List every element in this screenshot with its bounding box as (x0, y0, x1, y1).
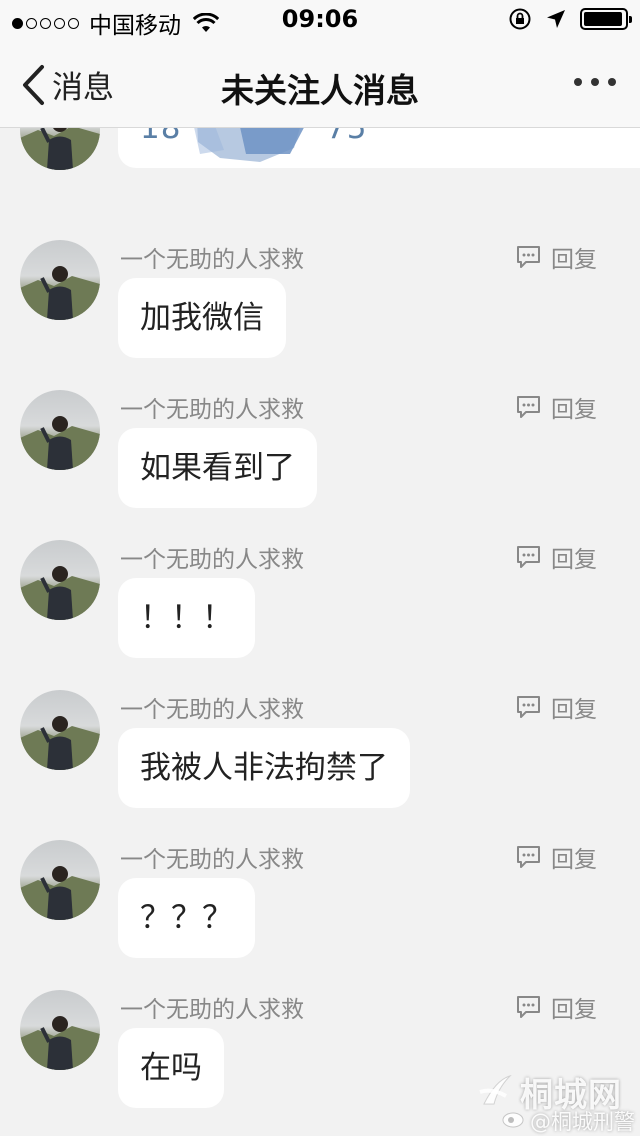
nav-bar: 消息 未关注人消息 (0, 40, 640, 128)
reply-icon (517, 546, 540, 568)
message-bubble: ？？？ (118, 878, 255, 958)
reply-icon (517, 396, 540, 418)
sender-name[interactable]: 一个无助的人求救 (120, 690, 304, 724)
watermark-logo-icon (479, 1074, 512, 1105)
reply-label: 回复 (551, 547, 597, 573)
reply-button[interactable]: 回复 (516, 690, 597, 724)
message-bubble: ！！！ (118, 578, 255, 658)
avatar[interactable] (20, 840, 100, 920)
message-item: 一个无助的人求救 回复加我微信 (0, 238, 640, 388)
reply-icon (517, 846, 540, 868)
avatar[interactable] (20, 240, 100, 320)
sender-name[interactable]: 一个无助的人求救 (120, 390, 304, 424)
reply-button[interactable]: 回复 (516, 240, 597, 274)
message-item: 一个无助的人求救 回复 ！！！ (0, 538, 640, 688)
reply-label: 回复 (551, 997, 597, 1023)
status-bar: 中国移动 09:06 (0, 0, 640, 40)
sender-name[interactable]: 一个无助的人求救 (120, 240, 304, 274)
sender-name[interactable]: 一个无助的人求救 (120, 840, 304, 874)
reply-icon (517, 996, 540, 1018)
more-icon[interactable] (574, 78, 616, 86)
reply-button[interactable]: 回复 (516, 540, 597, 574)
reply-button[interactable]: 回复 (516, 990, 597, 1024)
page-title: 未关注人消息 (221, 71, 419, 110)
battery-level (584, 12, 622, 26)
reply-button[interactable]: 回复 (516, 390, 597, 424)
message-item: 一个无助的人求救 回复我被人非法拘禁了 (0, 688, 640, 838)
message-bubble: 在吗 (118, 1028, 224, 1108)
message-feed[interactable]: 18 75 一个无助的人求救 回复 加我微信 一个无助的人求救 回复 如果看到了 一个无助的人… (0, 128, 640, 1136)
battery-icon (580, 8, 632, 30)
avatar[interactable] (20, 390, 100, 470)
reply-label: 回复 (551, 397, 597, 423)
phone-suffix: 75 (326, 128, 368, 146)
reply-label: 回复 (551, 247, 597, 273)
reply-icon (517, 696, 540, 718)
message-item: 18 75 (0, 128, 640, 238)
phone-prefix: 18 (140, 128, 182, 146)
avatar[interactable] (20, 540, 100, 620)
lock-rotation-icon (509, 8, 531, 30)
reply-label: 回复 (551, 697, 597, 723)
message-bubble: 加我微信 (118, 278, 286, 358)
reply-button[interactable]: 回复 (516, 840, 597, 874)
watermark: 桐城网 @桐城刑警 (470, 1060, 640, 1136)
reply-icon (517, 246, 540, 268)
redaction-scribble (194, 128, 304, 162)
avatar[interactable] (20, 690, 100, 770)
message-bubble: 我被人非法拘禁了 (118, 728, 410, 808)
message-item: 一个无助的人求救 回复 ？？？ (0, 838, 640, 988)
avatar[interactable] (20, 990, 100, 1070)
message-bubble: 如果看到了 (118, 428, 317, 508)
weibo-icon (502, 1112, 524, 1128)
watermark-handle-text: @桐城刑警 (530, 1110, 635, 1134)
avatar[interactable] (20, 128, 100, 170)
sender-name[interactable]: 一个无助的人求救 (120, 990, 304, 1024)
watermark-handle: @桐城刑警 (502, 1106, 635, 1136)
location-arrow-icon (547, 10, 565, 28)
sender-name[interactable]: 一个无助的人求救 (120, 540, 304, 574)
message-item: 一个无助的人求救 回复如果看到了 (0, 388, 640, 538)
reply-label: 回复 (551, 847, 597, 873)
